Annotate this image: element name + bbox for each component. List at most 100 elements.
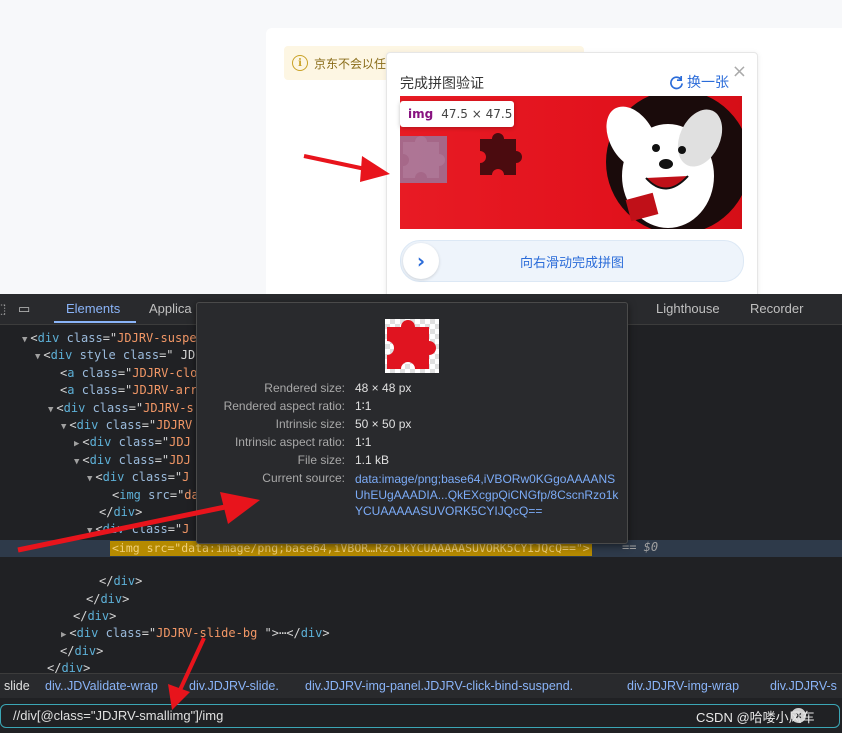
refresh-label: 换一张 (687, 75, 729, 91)
dom-node-row[interactable]: </div> (74, 591, 129, 608)
active-tab-indicator (54, 321, 136, 323)
dom-token: =" (154, 452, 170, 467)
dom-token: < (30, 331, 38, 345)
expand-toggle-icon[interactable]: ▼ (48, 405, 53, 415)
watermark-text: CSDN @哈喽小风车 (696, 710, 815, 725)
dom-token: =" (128, 400, 144, 415)
dom-node-row[interactable]: </div> (48, 643, 103, 660)
dom-token: div (76, 418, 99, 432)
dom-token (124, 470, 131, 484)
dom-node-row[interactable]: </div> (61, 608, 116, 625)
close-icon[interactable]: × (732, 61, 747, 82)
breadcrumb-item[interactable]: slide (4, 679, 30, 693)
dom-token: < (82, 452, 90, 467)
dom-node-row[interactable]: <a class="JDJRV-arr (48, 382, 197, 399)
inspect-icon[interactable]: ⬚ (0, 301, 6, 317)
dom-node-row[interactable]: <a class="JDJRV-clo (48, 365, 197, 382)
breadcrumb-item[interactable]: div.JDJRV-s (770, 679, 837, 693)
dom-node-row[interactable]: ▼<div class="J (87, 469, 189, 486)
dom-token: class (92, 400, 129, 415)
refresh-icon (670, 75, 683, 89)
dom-token: > (122, 591, 130, 606)
dom-token: div (102, 470, 125, 485)
source-value[interactable]: data:image/png;base64,iVBORw0KGgoAAAANSU… (355, 471, 620, 519)
dom-token: JDJRV-clo (132, 365, 198, 380)
dom-token: class (66, 331, 103, 345)
preview-label: Intrinsic size: (275, 417, 345, 431)
breadcrumb-item[interactable]: div.JDJRV-img-panel.JDJRV-click-bind-sus… (305, 679, 573, 693)
dom-token: class (105, 626, 142, 641)
dom-token (72, 348, 79, 362)
slider-track[interactable]: › 向右滑动完成拼图 (400, 240, 744, 282)
breadcrumb-item[interactable]: div.JDJRV-img-wrap (627, 679, 739, 693)
dom-node-row[interactable]: ▼ <div class="JDJ (74, 452, 191, 469)
tooltip-dimensions: 47.5 × 47.5 (441, 107, 513, 121)
device-toggle-icon[interactable]: ▭ (18, 301, 30, 317)
dom-token: < (69, 418, 77, 432)
dom-token (85, 401, 92, 415)
breadcrumb-item[interactable]: div..JDValidate-wrap (45, 679, 158, 693)
dom-node-row[interactable]: ▼ <div style class=" JD (35, 347, 195, 364)
dom-token: div (89, 435, 112, 450)
dom-token: J (182, 470, 190, 485)
dom-node-row[interactable] (100, 556, 112, 573)
preview-value: 1∶1 (355, 435, 372, 449)
preview-value: 50 × 50 px (355, 417, 412, 431)
dom-token (74, 383, 81, 397)
preview-value: 48 × 48 px (355, 381, 412, 395)
dom-token (74, 366, 81, 380)
refresh-button[interactable]: 换一张 (669, 72, 729, 92)
tab-elements[interactable]: Elements (66, 301, 120, 316)
dom-token: class (131, 470, 168, 485)
dom-token: < (82, 435, 90, 450)
dom-token: > (322, 626, 330, 641)
puzzle-piece-preview (387, 320, 436, 369)
dom-token: =" (167, 470, 183, 485)
expand-toggle-icon[interactable]: ▶ (74, 439, 79, 449)
dom-token: JDJRV-arr (132, 383, 198, 398)
expand-toggle-icon[interactable]: ▶ (61, 630, 66, 640)
dom-token: JDJRV-s (143, 400, 194, 415)
dom-token: div (89, 452, 112, 467)
dom-node-row[interactable]: ▼ <div class="JDJRV-s (48, 400, 194, 417)
dom-token: div (300, 626, 323, 641)
dom-token: div (100, 591, 123, 606)
expand-toggle-icon[interactable]: ▼ (22, 335, 27, 345)
expand-toggle-icon[interactable]: ▼ (87, 474, 92, 484)
dom-token: =" (102, 331, 118, 345)
dom-node-row[interactable]: ▼ <div class="JDJRV (61, 417, 192, 434)
expand-toggle-icon[interactable]: ▼ (74, 457, 79, 467)
dom-token: JDJRV (156, 418, 193, 432)
dom-token (111, 435, 118, 449)
dom-token: < (69, 626, 77, 641)
dom-token: =" (117, 383, 133, 398)
dom-node-row[interactable]: ▼ <div class="JDJRV-suspe (22, 330, 197, 347)
tab-recorder[interactable]: Recorder (750, 301, 803, 316)
tab-application[interactable]: Applica (149, 301, 192, 316)
dom-token (98, 626, 105, 640)
dom-token: div (113, 574, 136, 589)
dom-token: < (43, 348, 51, 363)
element-tooltip: img 47.5 × 47.5 (400, 101, 514, 127)
dom-token: > (135, 574, 143, 589)
expand-toggle-icon[interactable]: ▼ (61, 422, 66, 432)
tab-lighthouse[interactable]: Lighthouse (656, 301, 720, 316)
preview-thumbnail (385, 319, 439, 373)
dom-token: JDJ (169, 435, 191, 450)
dom-token: class (118, 452, 155, 467)
dom-token: class (118, 435, 155, 450)
dom-token: class (81, 383, 118, 398)
dom-token: "> (257, 626, 279, 641)
preview-label: Intrinsic aspect ratio: (234, 435, 345, 449)
dom-token (111, 453, 118, 467)
expand-toggle-icon[interactable]: ▼ (35, 352, 40, 362)
dom-node-row[interactable]: ▶ <div class="JDJ (74, 434, 191, 451)
preview-label: Rendered size: (264, 381, 345, 395)
dom-token: > (96, 643, 104, 658)
dom-token: div (63, 400, 86, 415)
dom-token: =" (117, 365, 133, 380)
tooltip-tag: img (408, 107, 434, 121)
dom-node-row[interactable]: </div> (87, 573, 142, 590)
preview-value: 1∶1 (355, 399, 372, 413)
puzzle-piece (403, 136, 445, 178)
